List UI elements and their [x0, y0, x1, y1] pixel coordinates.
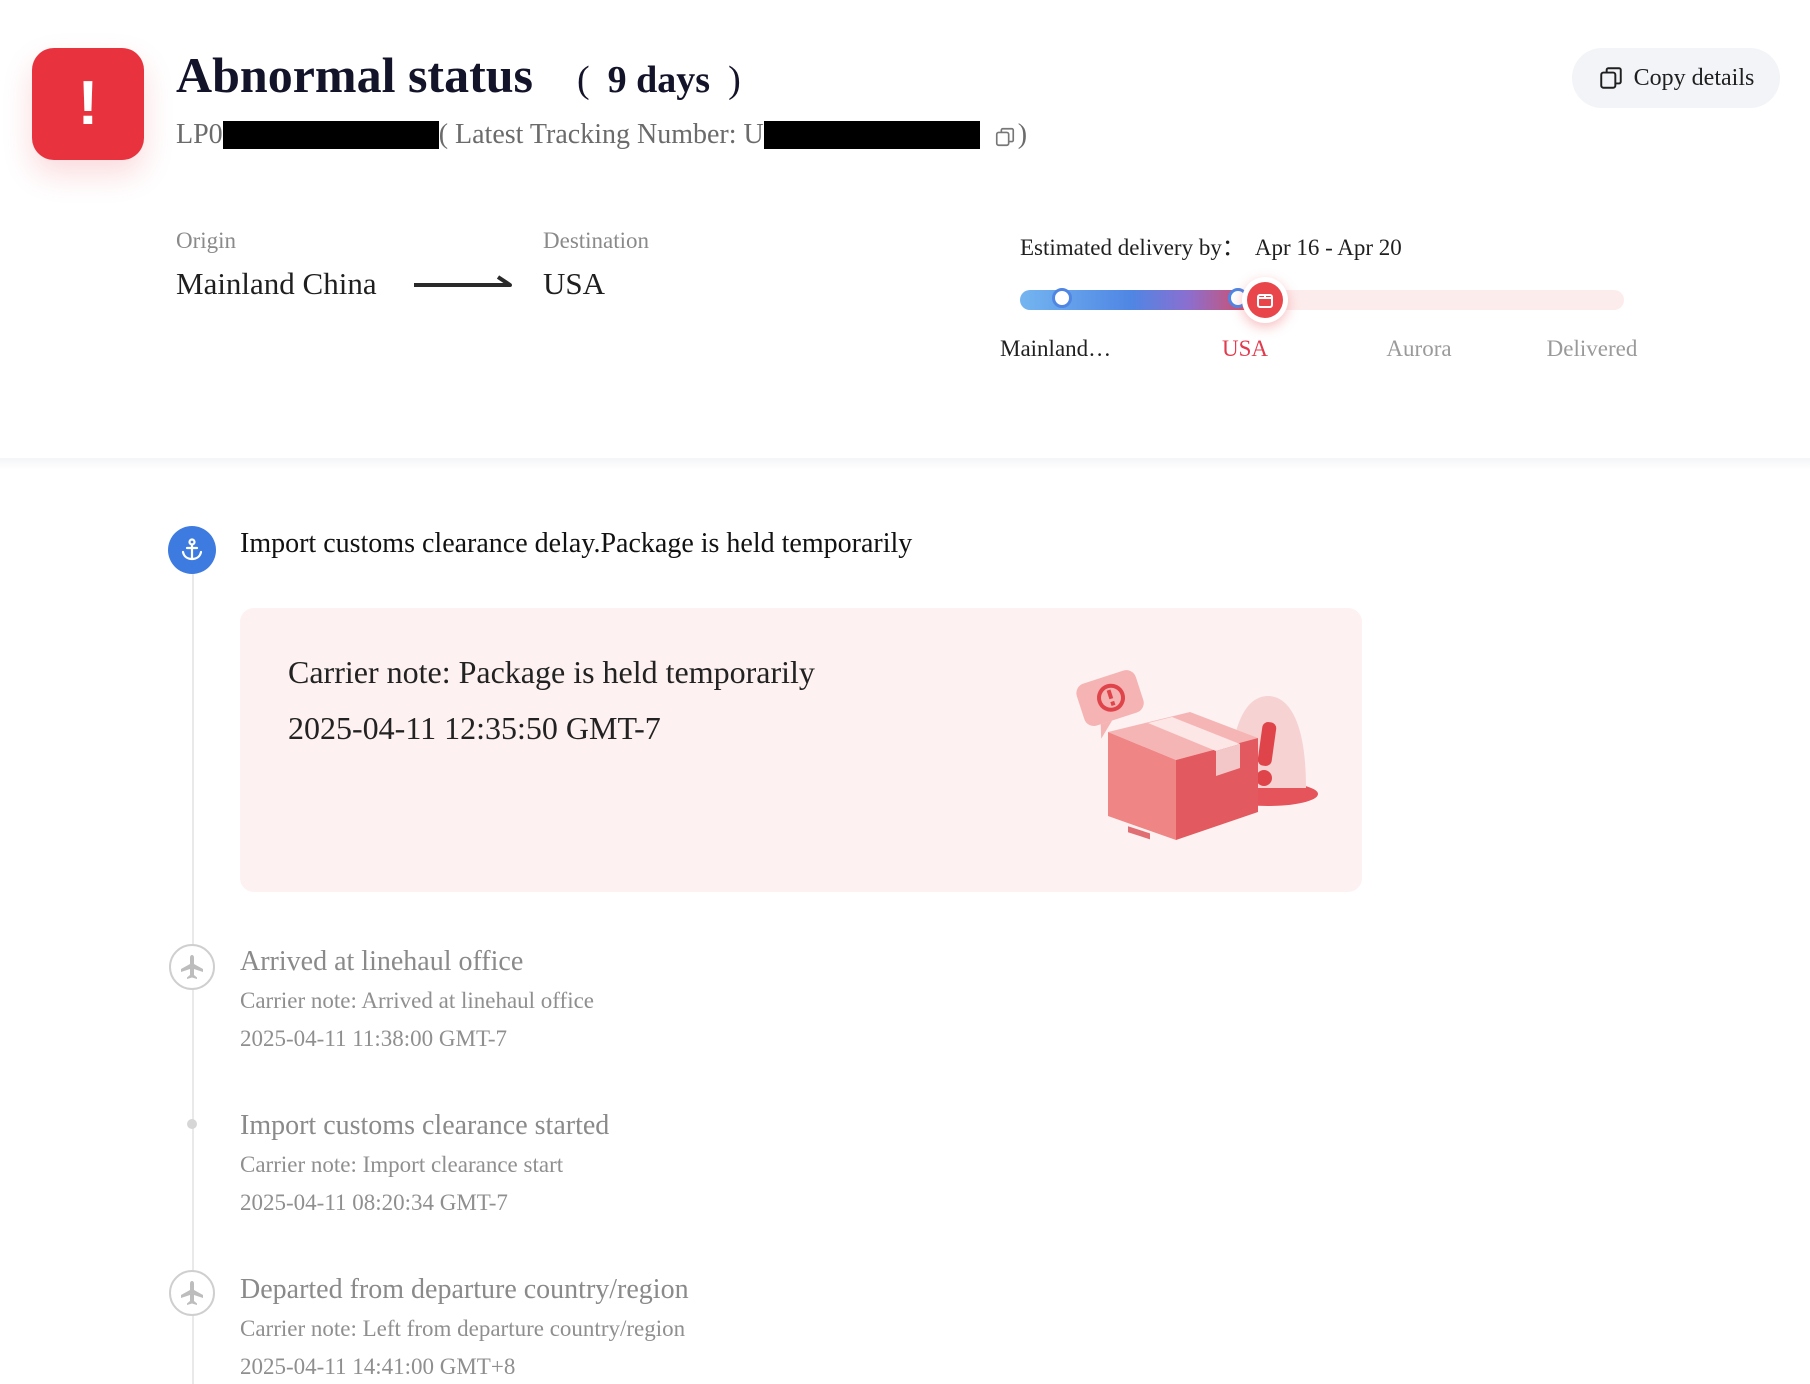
paren-close: ) [728, 59, 741, 101]
stage-label-delivered: Delivered [1546, 336, 1638, 361]
progress-node-origin [1052, 288, 1072, 308]
event-title: Arrived at linehaul office [240, 946, 524, 977]
stage-label-origin: Mainland… [1000, 336, 1112, 361]
event-title: Import customs clearance started [240, 1110, 610, 1141]
status-heading: Abnormal status (9 days) [176, 46, 759, 106]
plane-icon [169, 944, 215, 990]
event-time: 2025-04-11 11:38:00 GMT-7 [240, 1026, 508, 1051]
section-divider [0, 458, 1810, 470]
held-package-illustration [1072, 660, 1322, 850]
eta-label: Estimated delivery by： [1020, 235, 1245, 260]
copy-details-button[interactable]: Copy details [1572, 48, 1780, 108]
active-event-title: Import customs clearance delay.Package i… [240, 528, 913, 559]
package-icon [1247, 282, 1283, 318]
origin-label: Origin [176, 228, 237, 253]
card-carrier-note: Carrier note: Package is held temporaril… [288, 654, 815, 690]
latest-tracking-suffix: ) [1017, 119, 1028, 150]
event-note: Carrier note: Left from departure countr… [240, 1316, 686, 1341]
exclamation-icon: ! [77, 69, 99, 138]
eta-dates: Apr 16 - Apr 20 [1254, 235, 1402, 260]
latest-tracking-label: ( Latest Tracking Number: U [438, 119, 764, 150]
origin-value: Mainland China [176, 266, 377, 301]
copy-icon [1599, 67, 1622, 89]
estimated-delivery: Estimated delivery by： Apr 16 - Apr 20 [1020, 228, 1402, 262]
destination-value: USA [543, 266, 606, 301]
route-arrow-icon [414, 275, 512, 296]
card-timestamp: 2025-04-11 12:35:50 GMT-7 [288, 710, 661, 746]
copy-details-label: Copy details [1633, 64, 1755, 91]
timeline-dot [187, 1119, 197, 1129]
order-number-prefix: LP0 [176, 119, 223, 150]
stage-label-usa: USA [1221, 336, 1268, 361]
stage-label-aurora: Aurora [1386, 336, 1452, 361]
copy-tracking-icon[interactable] [994, 124, 1016, 147]
redacted-order-number [222, 121, 439, 149]
paren-open: ( [576, 59, 590, 101]
destination-label: Destination [543, 228, 650, 253]
days-count: 9 days [607, 59, 711, 101]
status-duration: (9 days) [559, 58, 759, 102]
plane-icon [169, 1270, 215, 1316]
event-time: 2025-04-11 08:20:34 GMT-7 [240, 1190, 508, 1215]
alert-badge: ! [32, 48, 144, 160]
redacted-tracking-number [763, 121, 980, 149]
current-location-marker [1242, 277, 1288, 323]
tracking-numbers: LP0 ( Latest Tracking Number: U ) [176, 117, 1027, 153]
event-note: Carrier note: Import clearance start [240, 1152, 564, 1177]
status-title: Abnormal status [176, 47, 533, 103]
event-title: Departed from departure country/region [240, 1274, 689, 1305]
event-time: 2025-04-11 14:41:00 GMT+8 [240, 1354, 516, 1379]
event-note: Carrier note: Arrived at linehaul office [240, 988, 595, 1013]
anchor-icon [168, 526, 216, 574]
